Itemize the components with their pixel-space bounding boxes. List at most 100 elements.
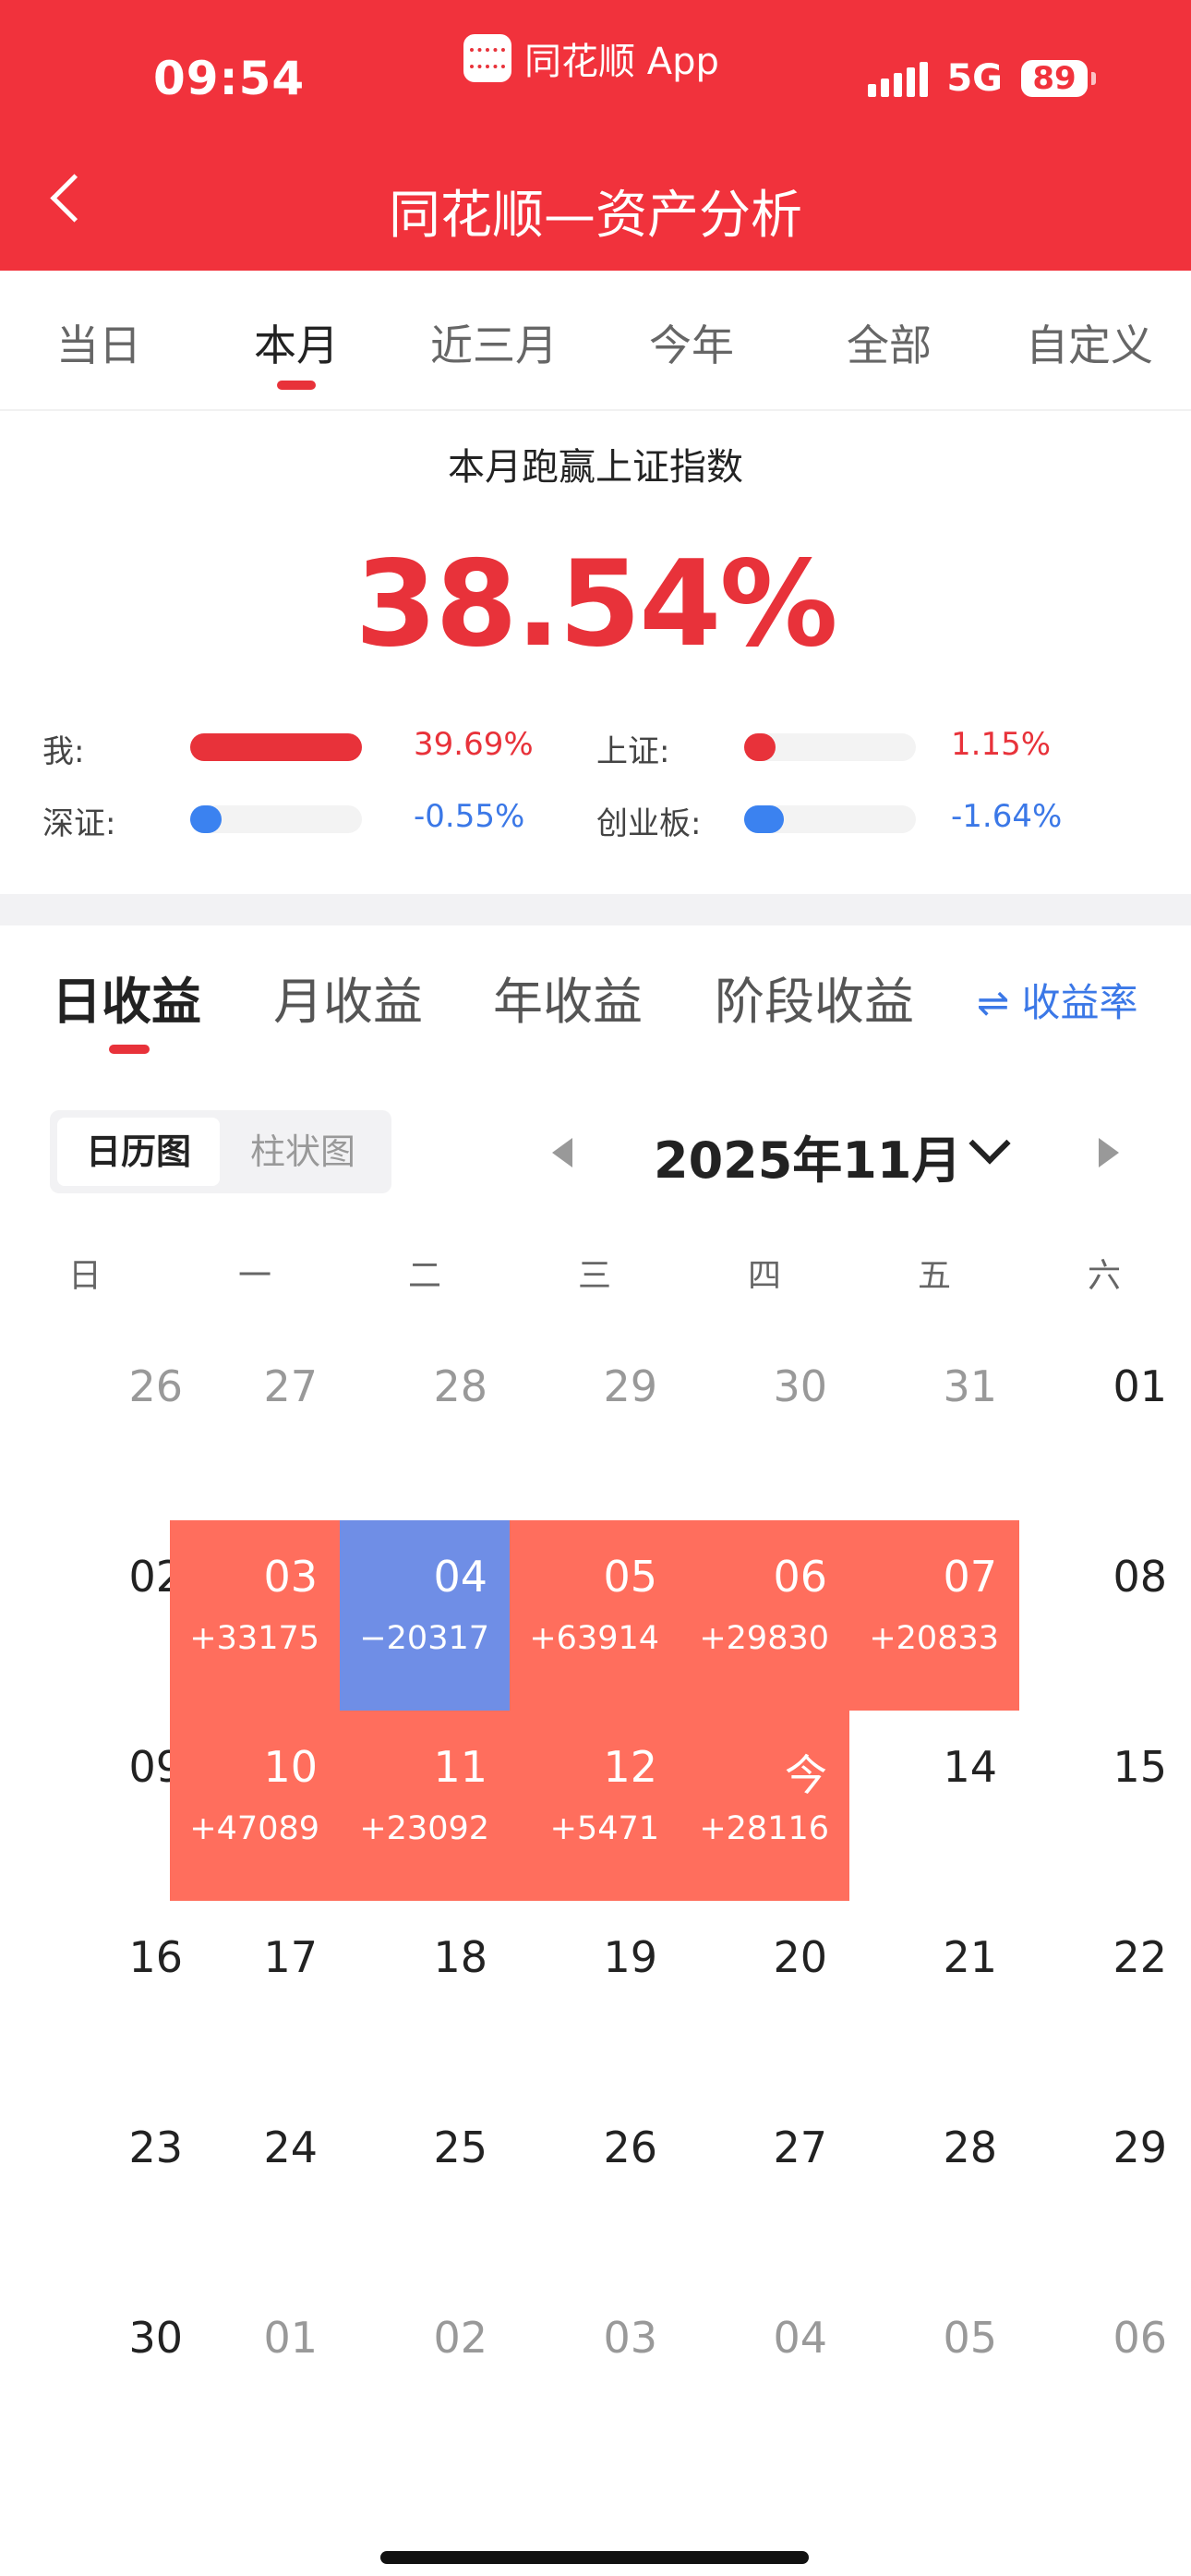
day-number: 10 [263, 1742, 318, 1792]
calendar-day-cell[interactable]: 17 [170, 1901, 340, 2091]
calendar-day-cell[interactable]: 05 [849, 2281, 1019, 2472]
daily-profit: +47089 [189, 1810, 319, 1847]
day-number: 08 [1113, 1552, 1167, 1602]
calendar-day-cell[interactable]: 22 [1019, 1901, 1189, 2091]
calendar-day-cell[interactable]: 03 [510, 2281, 680, 2472]
tab-yearly-return[interactable]: 年收益 [493, 961, 643, 1034]
comparison-bar-track [190, 805, 362, 833]
source-app-name: 同花顺 App [524, 41, 719, 83]
daily-profit: −20317 [359, 1620, 489, 1657]
comparison-me: 我: 39.69% [42, 726, 596, 770]
calendar-day-cell[interactable]: 29 [1019, 2091, 1189, 2281]
calendar-day-cell[interactable]: 31 [849, 1330, 1019, 1520]
day-number: 05 [603, 1552, 657, 1602]
daily-profit: +5471 [549, 1810, 659, 1847]
calendar-day-cell[interactable]: 08 [1019, 1520, 1189, 1711]
comparison-label: 上证: [596, 733, 670, 770]
calendar-day-cell[interactable]: 05 +63914 [510, 1520, 680, 1711]
chevron-down-icon[interactable] [968, 1122, 1011, 1165]
comparison-value: -1.64% [951, 798, 1063, 835]
calendar-day-cell[interactable]: 26 [510, 2091, 680, 2281]
return-rate-link[interactable]: ⇌ 收益率 [977, 972, 1138, 1028]
calendar-day-cell[interactable]: 今 +28116 [680, 1711, 849, 1901]
calendar-day-cell[interactable]: 25 [340, 2091, 510, 2281]
comparison-label: 深证: [42, 805, 116, 842]
comparison-value: 39.69% [414, 726, 534, 763]
weekday-label: 四 [747, 1257, 781, 1295]
outperform-percentage: 38.54% [355, 536, 837, 673]
status-time: 09:54 [153, 52, 306, 105]
active-return-tab-indicator [109, 1045, 150, 1054]
summary-title: 本月跑赢上证指数 [448, 446, 743, 489]
calendar-day-cell[interactable]: 01 [170, 2281, 340, 2472]
tab-three-months[interactable]: 近三月 [395, 312, 593, 373]
comparison-bar-fill [190, 805, 222, 833]
day-number: 26 [603, 2122, 657, 2172]
day-number: 03 [263, 1552, 318, 1602]
calendar-day-cell[interactable]: 03 +33175 [170, 1520, 340, 1711]
tab-period-return[interactable]: 阶段收益 [715, 961, 914, 1034]
calendar-day-cell[interactable]: 04 −20317 [340, 1520, 510, 1711]
calendar-day-cell[interactable]: 02 [340, 2281, 510, 2472]
comparison-chinext: 创业板: -1.64% [596, 798, 1150, 842]
day-number: 03 [603, 2313, 657, 2363]
day-number: 07 [943, 1552, 997, 1602]
day-number: 20 [773, 1932, 827, 1982]
tab-all[interactable]: 全部 [790, 312, 988, 373]
day-number: 14 [943, 1742, 997, 1792]
daily-profit: +28116 [699, 1810, 829, 1847]
day-number: 今 [785, 1750, 827, 1800]
tab-this-year[interactable]: 今年 [593, 312, 790, 373]
calendar-day-cell[interactable]: 10 +47089 [170, 1711, 340, 1901]
comparison-label: 创业板: [596, 805, 702, 842]
comparison-label: 我: [42, 733, 85, 770]
day-number: 27 [773, 2122, 827, 2172]
comparison-bar-track [744, 805, 916, 833]
calendar-day-cell[interactable]: 21 [849, 1901, 1019, 2091]
daily-profit: +33175 [189, 1620, 319, 1657]
tab-this-month[interactable]: 本月 [198, 312, 395, 373]
calendar-day-cell[interactable]: 27 [680, 2091, 849, 2281]
prev-month-arrow-icon[interactable] [552, 1138, 572, 1167]
calendar-day-cell[interactable]: 19 [510, 1901, 680, 2091]
home-indicator [380, 2551, 809, 2564]
cellular-signal-icon [868, 60, 929, 97]
comparison-shanghai: 上证: 1.15% [596, 726, 1150, 770]
calendar-day-cell[interactable]: 07 +20833 [849, 1520, 1019, 1711]
calendar-day-cell[interactable]: 14 [849, 1711, 1019, 1901]
bar-view-button[interactable]: 柱状图 [222, 1118, 384, 1186]
day-number: 30 [773, 1361, 827, 1411]
month-selector[interactable]: 2025年11月 [654, 1119, 961, 1192]
calendar-day-cell[interactable]: 30 [680, 1330, 849, 1520]
day-number: 27 [263, 1361, 318, 1411]
daily-profit: +29830 [699, 1620, 829, 1657]
day-number: 04 [433, 1552, 487, 1602]
tab-daily-return[interactable]: 日收益 [52, 961, 201, 1034]
calendar-day-cell[interactable]: 24 [170, 2091, 340, 2281]
calendar-view-button[interactable]: 日历图 [57, 1118, 220, 1186]
active-tab-indicator [277, 381, 316, 390]
next-month-arrow-icon[interactable] [1099, 1138, 1119, 1167]
tab-today[interactable]: 当日 [0, 312, 198, 373]
calendar-day-cell[interactable]: 29 [510, 1330, 680, 1520]
day-number: 06 [1113, 2313, 1167, 2363]
calendar-day-cell[interactable]: 01 [1019, 1330, 1189, 1520]
calendar-day-cell[interactable]: 28 [340, 1330, 510, 1520]
calendar-day-cell[interactable]: 04 [680, 2281, 849, 2472]
tab-monthly-return[interactable]: 月收益 [273, 961, 423, 1034]
calendar-day-cell[interactable]: 06 [1019, 2281, 1189, 2472]
calendar-day-cell[interactable]: 28 [849, 2091, 1019, 2281]
calendar-day-cell[interactable]: 12 +5471 [510, 1711, 680, 1901]
calendar-day-cell[interactable]: 20 [680, 1901, 849, 2091]
tab-custom[interactable]: 自定义 [988, 312, 1191, 373]
day-number: 25 [433, 2122, 487, 2172]
source-app-indicator[interactable]: 同花顺 App [463, 31, 719, 85]
calendar-day-cell[interactable]: 27 [170, 1330, 340, 1520]
calendar-day-cell[interactable]: 11 +23092 [340, 1711, 510, 1901]
calendar-day-cell[interactable]: 18 [340, 1901, 510, 2091]
app-logo-icon [463, 34, 511, 82]
calendar-day-cell[interactable]: 15 [1019, 1711, 1189, 1901]
calendar-day-cell[interactable]: 06 +29830 [680, 1520, 849, 1711]
day-number: 04 [773, 2313, 827, 2363]
weekday-label: 日 [67, 1257, 102, 1295]
